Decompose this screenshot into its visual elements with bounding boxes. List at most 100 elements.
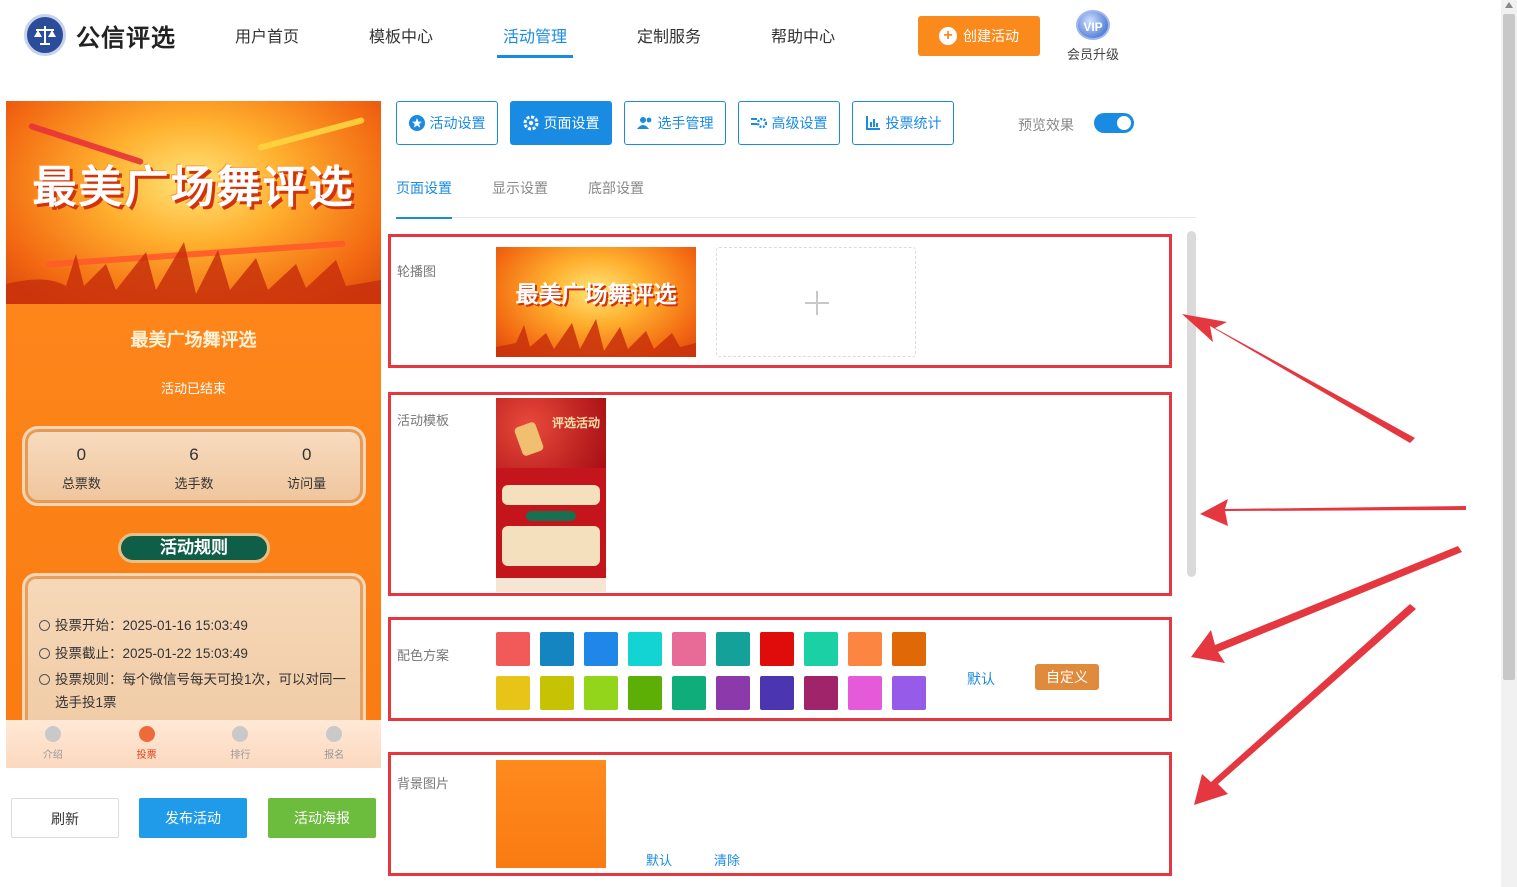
- tab-label: 报名: [324, 750, 345, 761]
- default-color-link[interactable]: 默认: [967, 669, 995, 689]
- preview-banner: 最美广场舞评选: [6, 101, 381, 304]
- tool-label: 选手管理: [657, 115, 714, 131]
- tool-label: 页面设置: [543, 115, 600, 131]
- template-header-art: [496, 398, 606, 468]
- tab-label: 排行: [230, 750, 251, 761]
- tab-label: 投票: [136, 750, 157, 761]
- color-swatch[interactable]: [496, 632, 530, 666]
- bar-chart-icon: [865, 116, 880, 130]
- users-icon: [636, 117, 651, 129]
- page-settings-button[interactable]: 页面设置: [510, 101, 612, 145]
- template-thumbnail[interactable]: 评选活动: [496, 398, 606, 592]
- color-swatch[interactable]: [804, 676, 838, 710]
- arrow-icon: [1182, 314, 1415, 443]
- template-label: 活动模板: [397, 413, 450, 428]
- dancers-silhouette-icon: [6, 242, 381, 304]
- carousel-image[interactable]: 最美广场舞评选: [496, 247, 696, 357]
- nav-item-custom-service[interactable]: 定制服务: [602, 0, 736, 75]
- color-swatch[interactable]: [848, 632, 882, 666]
- tab-label: 介绍: [42, 750, 63, 761]
- carousel-section: 轮播图 最美广场舞评选: [388, 234, 1172, 368]
- info-icon: [39, 674, 50, 685]
- color-swatch[interactable]: [496, 676, 530, 710]
- page: 公信评选 用户首页 模板中心 活动管理 定制服务 帮助中心 + 创建活动 VIP…: [0, 0, 1517, 887]
- phone-preview: 最美广场舞评选 最美广场舞评选 活动已结束 0 总票数 6 选手数 0 访问量 …: [6, 101, 381, 768]
- preview-effect-label: 预览效果: [1018, 117, 1074, 133]
- color-swatch[interactable]: [760, 676, 794, 710]
- arrow-icon: [1194, 604, 1416, 805]
- activity-settings-button[interactable]: 活动设置: [396, 101, 498, 145]
- clock-icon: [39, 620, 50, 631]
- preview-effect-toggle[interactable]: [1094, 113, 1134, 133]
- rule-start: 投票开始：2025-01-16 15:03:49: [55, 618, 248, 633]
- vote-statistics-button[interactable]: 投票统计: [852, 101, 954, 145]
- signup-icon: [326, 726, 343, 742]
- settings-scrollbar[interactable]: [1187, 231, 1196, 577]
- background-clear-link[interactable]: 清除: [714, 850, 740, 869]
- color-swatch[interactable]: [628, 632, 662, 666]
- tab-ranking[interactable]: 排行: [194, 720, 288, 768]
- advanced-settings-button[interactable]: 高级设置: [738, 101, 840, 145]
- add-carousel-image-button[interactable]: [716, 247, 916, 357]
- color-swatch[interactable]: [628, 676, 662, 710]
- subtab-display-settings[interactable]: 显示设置: [492, 170, 548, 218]
- star-icon: [408, 115, 425, 131]
- color-swatch[interactable]: [892, 676, 926, 710]
- background-label: 背景图片: [397, 776, 450, 791]
- nav-item-help[interactable]: 帮助中心: [736, 0, 870, 75]
- rule-line: 投票规则：每个微信号每天可投1次，可以对同一选手投1票: [39, 668, 351, 714]
- background-image[interactable]: [496, 760, 606, 868]
- template-rules-card: [502, 526, 600, 566]
- main-nav: 用户首页 模板中心 活动管理 定制服务 帮助中心: [200, 0, 870, 75]
- scrollbar-thumb[interactable]: [1503, 14, 1515, 680]
- logo-text: 公信评选: [76, 24, 176, 52]
- color-swatch[interactable]: [716, 676, 750, 710]
- stat-contestants: 6 选手数: [138, 429, 251, 503]
- tab-signup[interactable]: 报名: [287, 720, 381, 768]
- color-swatch[interactable]: [584, 632, 618, 666]
- page-scrollbar[interactable]: [1501, 0, 1517, 887]
- stat-label: 总票数: [61, 476, 101, 491]
- rule-vote: 投票规则：每个微信号每天可投1次，可以对同一选手投1票: [55, 672, 347, 710]
- arrow-icon: [1200, 499, 1466, 526]
- color-swatch[interactable]: [892, 632, 926, 666]
- logo[interactable]: 公信评选: [24, 14, 176, 56]
- nav-item-activity-management[interactable]: 活动管理: [468, 0, 602, 75]
- ranking-icon: [232, 726, 249, 742]
- subtab-footer-settings[interactable]: 底部设置: [588, 170, 644, 218]
- subtab-page-settings[interactable]: 页面设置: [396, 170, 452, 219]
- nav-item-home[interactable]: 用户首页: [200, 0, 334, 75]
- tab-vote[interactable]: 投票: [100, 720, 194, 768]
- scroll-up-icon[interactable]: [1505, 2, 1513, 8]
- color-swatch[interactable]: [804, 632, 838, 666]
- template-rules-pill: [526, 511, 576, 521]
- nav-item-templates[interactable]: 模板中心: [334, 0, 468, 75]
- activity-status: 活动已结束: [160, 381, 226, 396]
- publish-activity-button[interactable]: 发布活动: [139, 798, 247, 838]
- stat-label: 访问量: [287, 476, 327, 491]
- rule-line: 投票开始：2025-01-16 15:03:49: [39, 612, 351, 640]
- activity-poster-button[interactable]: 活动海报: [268, 798, 376, 838]
- stat-total-votes: 0 总票数: [25, 429, 138, 503]
- banner-title: 最美广场舞评选: [32, 163, 355, 212]
- refresh-button[interactable]: 刷新: [11, 798, 119, 838]
- color-swatch[interactable]: [848, 676, 882, 710]
- template-section: 活动模板 评选活动: [388, 392, 1172, 596]
- tool-label: 高级设置: [771, 115, 828, 131]
- custom-color-button[interactable]: 自定义: [1035, 664, 1099, 690]
- color-swatch[interactable]: [584, 676, 618, 710]
- activity-title: 最美广场舞评选: [130, 330, 257, 350]
- vip-upgrade[interactable]: VIP 会员升级: [1064, 10, 1122, 63]
- contestant-management-button[interactable]: 选手管理: [624, 101, 726, 145]
- carousel-image-title: 最美广场舞评选: [515, 281, 677, 307]
- color-swatch[interactable]: [716, 632, 750, 666]
- color-swatch[interactable]: [540, 632, 574, 666]
- color-swatch[interactable]: [540, 676, 574, 710]
- intro-icon: [44, 726, 61, 742]
- color-swatch[interactable]: [672, 632, 706, 666]
- create-activity-button[interactable]: + 创建活动: [918, 16, 1040, 56]
- tab-intro[interactable]: 介绍: [6, 720, 100, 768]
- color-swatch[interactable]: [672, 676, 706, 710]
- color-swatch[interactable]: [760, 632, 794, 666]
- background-default-link[interactable]: 默认: [646, 850, 672, 869]
